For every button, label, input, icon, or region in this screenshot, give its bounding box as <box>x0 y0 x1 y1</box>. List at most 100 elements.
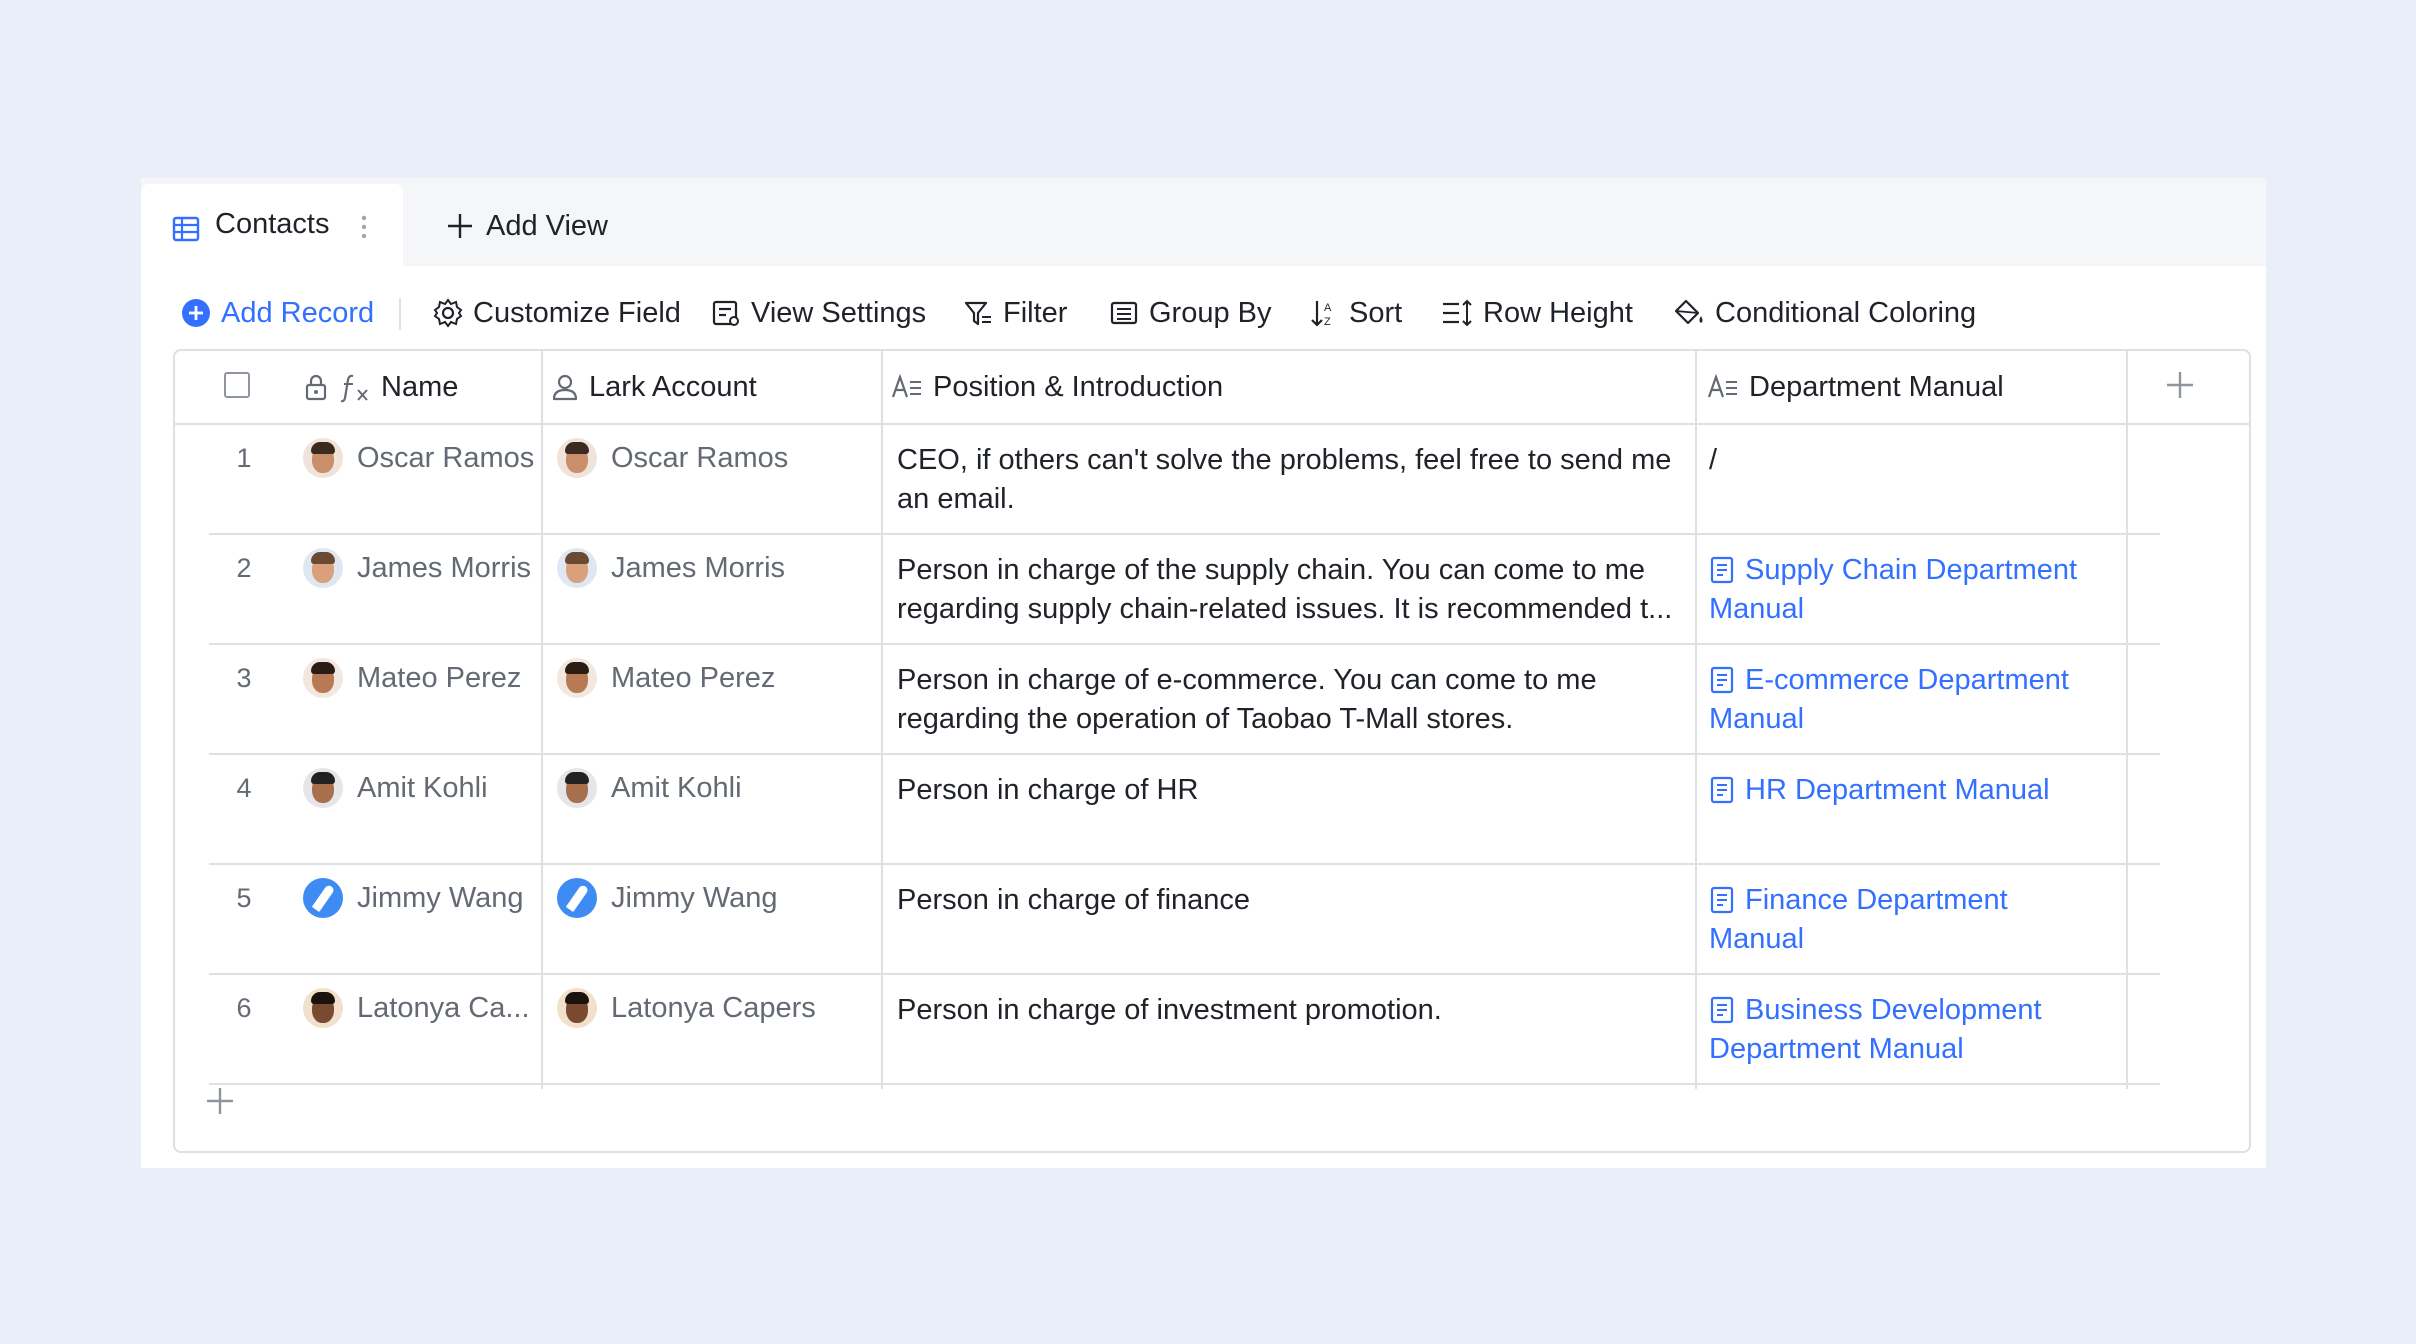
position-line-1: Person in charge of the supply chain. Yo… <box>897 554 1646 586</box>
select-all-checkbox[interactable] <box>224 372 250 398</box>
department-manual-link[interactable]: HR Department Manual <box>1709 771 2129 810</box>
grid-header: Name Lark Account Position & Introductio… <box>175 351 2249 425</box>
column-label-manual: Department Manual <box>1749 370 2004 403</box>
position-cell[interactable]: Person in charge of finance <box>897 881 1697 920</box>
tab-label: Contacts <box>215 208 330 240</box>
manual-line-1: E-commerce Department <box>1745 664 2069 696</box>
add-row-button[interactable] <box>205 1081 235 1123</box>
lark-account-cell[interactable]: James Morris <box>557 546 867 590</box>
name-cell[interactable]: James Morris <box>303 546 585 590</box>
position-line-2: an email. <box>897 483 1015 515</box>
group-by-label: Group By <box>1149 296 1272 329</box>
table-grid-icon <box>172 216 200 242</box>
lark-account-cell[interactable]: Jimmy Wang <box>557 876 867 920</box>
column-header-position[interactable]: Position & Introduction <box>891 351 1223 423</box>
document-icon <box>1710 556 1734 584</box>
data-grid: Name Lark Account Position & Introductio… <box>173 349 2251 1153</box>
lark-account-cell[interactable]: Latonya Capers <box>557 986 867 1030</box>
name-cell[interactable]: Amit Kohli <box>303 766 585 810</box>
department-manual-link[interactable]: Business Development Department Manual <box>1709 991 2129 1069</box>
department-manual-cell[interactable]: / <box>1709 441 2129 480</box>
view-tab-bar: Contacts Add View <box>141 178 2266 266</box>
manual-line-1: Supply Chain Department <box>1745 554 2078 586</box>
position-cell[interactable]: Person in charge of HR <box>897 771 1697 810</box>
row-number: 1 <box>236 443 252 473</box>
more-vertical-icon[interactable] <box>359 212 369 242</box>
department-manual-link[interactable]: Finance Department Manual <box>1709 881 2129 959</box>
lock-icon <box>305 374 327 401</box>
name-cell[interactable]: Latonya Ca... <box>303 986 585 1030</box>
customize-field-button[interactable]: Customize Field <box>433 278 681 348</box>
avatar <box>557 878 597 918</box>
toolbar: Add Record Customize Field View Settings <box>141 278 2266 348</box>
plus-icon <box>448 214 472 238</box>
text-field-icon <box>1707 373 1737 398</box>
position-line-2: regarding the operation of Taobao T-Mall… <box>897 703 1514 735</box>
column-label-position: Position & Introduction <box>933 370 1224 403</box>
column-label-lark-account: Lark Account <box>589 370 757 403</box>
position-line-1: CEO, if others can't solve the problems,… <box>897 444 1672 476</box>
lark-account-name: Amit Kohli <box>611 771 742 804</box>
row-number: 4 <box>236 773 252 803</box>
conditional-coloring-button[interactable]: Conditional Coloring <box>1673 278 1976 348</box>
avatar <box>303 988 343 1028</box>
add-view-label: Add View <box>486 209 608 242</box>
tab-contacts[interactable]: Contacts <box>141 184 403 266</box>
table-row[interactable]: 5 Jimmy Wang Jimmy Wang Person in charge of… <box>209 863 2160 975</box>
position-cell[interactable]: Person in charge of e-commerce. You can … <box>897 661 1697 739</box>
lark-account-cell[interactable]: Amit Kohli <box>557 766 867 810</box>
document-icon <box>1710 886 1734 914</box>
position-cell[interactable]: CEO, if others can't solve the problems,… <box>897 441 1697 519</box>
document-icon <box>1710 666 1734 694</box>
table-row[interactable]: 3 Mateo Perez Mateo Perez Person in charge … <box>209 643 2160 755</box>
lark-account-name: Mateo Perez <box>611 661 776 694</box>
table-panel: Contacts Add View Add Record Customize F… <box>141 178 2266 1168</box>
avatar <box>303 658 343 698</box>
manual-line-1: Business Development <box>1745 994 2042 1026</box>
avatar <box>303 768 343 808</box>
column-header-name[interactable]: Name <box>303 351 458 423</box>
name-cell[interactable]: Oscar Ramos <box>303 436 585 480</box>
row-height-button[interactable]: Row Height <box>1441 278 1633 348</box>
lark-account-name: Jimmy Wang <box>611 881 778 914</box>
name-cell[interactable]: Mateo Perez <box>303 656 585 700</box>
position-cell[interactable]: Person in charge of the supply chain. Yo… <box>897 551 1697 629</box>
sort-button[interactable]: A Z Sort <box>1309 278 1402 348</box>
column-label-name: Name <box>381 370 459 403</box>
position-line-1: Person in charge of HR <box>897 774 1199 806</box>
manual-line-2: Manual <box>1709 923 1805 955</box>
avatar <box>557 988 597 1028</box>
position-line-1: Person in charge of investment promotion… <box>897 994 1442 1026</box>
add-record-button[interactable]: Add Record <box>181 278 374 348</box>
table-row[interactable]: 4 Amit Kohli Amit Kohli Person in charge of… <box>209 753 2160 865</box>
lark-account-cell[interactable]: Mateo Perez <box>557 656 867 700</box>
text-field-icon <box>891 373 921 398</box>
svg-text:Z: Z <box>1324 316 1331 328</box>
person-name: Oscar Ramos <box>357 441 535 474</box>
column-header-lark-account[interactable]: Lark Account <box>551 351 757 423</box>
column-header-manual[interactable]: Department Manual <box>1707 351 2004 423</box>
add-view-button[interactable]: Add View <box>446 206 608 246</box>
name-cell[interactable]: Jimmy Wang <box>303 876 585 920</box>
group-by-button[interactable]: Group By <box>1109 278 1272 348</box>
add-column-button[interactable] <box>2165 365 2195 407</box>
department-manual-link[interactable]: Supply Chain Department Manual <box>1709 551 2129 629</box>
position-cell[interactable]: Person in charge of investment promotion… <box>897 991 1697 1030</box>
lark-account-cell[interactable]: Oscar Ramos <box>557 436 867 480</box>
table-row[interactable]: 6 Latonya Ca... Latonya Capers Person in ch… <box>209 973 2160 1085</box>
table-row[interactable]: 1 Oscar Ramos Oscar Ramos CEO, if others ca… <box>209 423 2160 535</box>
department-manual-link[interactable]: E-commerce Department Manual <box>1709 661 2129 739</box>
person-name: Amit Kohli <box>357 771 488 804</box>
row-number: 5 <box>236 883 252 913</box>
filter-button[interactable]: Filter <box>963 278 1067 348</box>
view-settings-button[interactable]: View Settings <box>711 278 926 348</box>
person-icon <box>552 374 578 401</box>
row-number: 6 <box>236 993 252 1023</box>
lark-account-name: James Morris <box>611 551 786 584</box>
table-row[interactable]: 2 James Morris James Morris Person in charg… <box>209 533 2160 645</box>
avatar <box>557 658 597 698</box>
position-line-1: Person in charge of finance <box>897 884 1251 916</box>
svg-text:A: A <box>1324 302 1332 314</box>
manual-line-2: Department Manual <box>1709 1033 1964 1065</box>
avatar <box>303 438 343 478</box>
